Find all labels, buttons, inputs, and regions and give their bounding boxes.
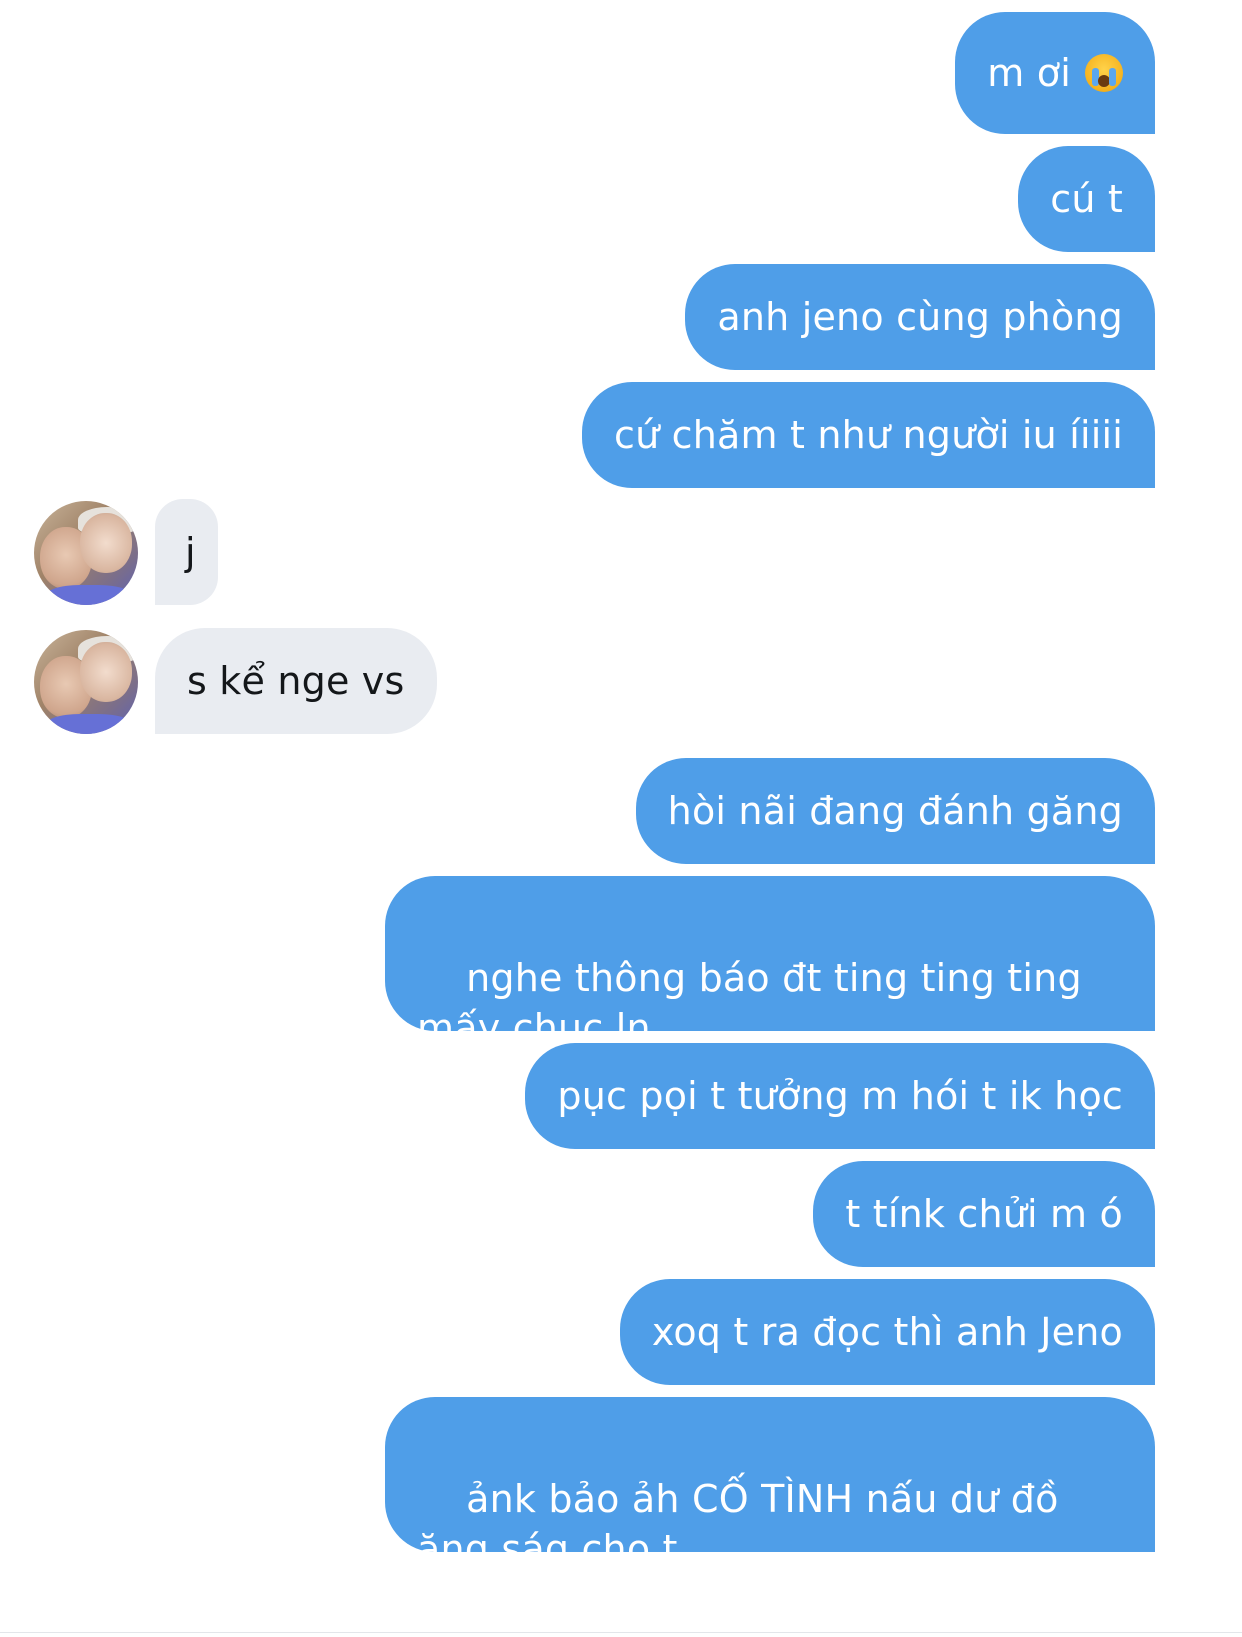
- message-text: xoq t ra đọc thì anh Jeno: [651, 1310, 1123, 1354]
- message-bubble-sent[interactable]: cứ chăm t như người iu íiiii: [581, 382, 1155, 488]
- message-bubble-sent[interactable]: t tínk chửi m ó: [813, 1161, 1155, 1267]
- message-bubble-sent[interactable]: m ơi: [955, 12, 1155, 134]
- message-text: t tínk chửi m ó: [845, 1192, 1123, 1236]
- message-bubble-received[interactable]: s kể nge vs: [155, 628, 437, 734]
- message-text: pục pọi t tưởng m hói t ik học: [557, 1074, 1123, 1118]
- contact-avatar[interactable]: [34, 501, 138, 605]
- message-text: m ơi: [987, 51, 1071, 95]
- message-text: anh jeno cùng phòng: [717, 295, 1123, 339]
- message-bubble-sent[interactable]: hòi nãi đang đánh găng: [635, 758, 1155, 864]
- message-bubble-sent[interactable]: xoq t ra đọc thì anh Jeno: [619, 1279, 1155, 1385]
- message-thread: m ơi cú t anh jeno cùng phòng cứ chăm t …: [0, 0, 1242, 1637]
- message-text: cứ chăm t như người iu íiiii: [613, 413, 1123, 457]
- message-text: ảnk bảo ảh CỐ TÌNH nấu dư đồ ăng ság cho…: [417, 1477, 1071, 1571]
- contact-avatar[interactable]: [34, 630, 138, 734]
- message-bubble-sent[interactable]: ảnk bảo ảh CỐ TÌNH nấu dư đồ ăng ság cho…: [385, 1397, 1155, 1571]
- message-bubble-received[interactable]: j: [155, 499, 218, 605]
- message-bubble-sent[interactable]: nghe thông báo đt ting ting ting mấy chụ…: [385, 876, 1155, 1050]
- message-text: s kể nge vs: [187, 659, 405, 703]
- loudly-crying-face-icon: [1085, 54, 1123, 92]
- message-bubble-sent[interactable]: anh jeno cùng phòng: [685, 264, 1155, 370]
- message-text: cú t: [1050, 177, 1123, 221]
- message-text: nghe thông báo đt ting ting ting mấy chụ…: [417, 956, 1095, 1050]
- message-bubble-sent[interactable]: pục pọi t tưởng m hói t ik học: [525, 1043, 1155, 1149]
- message-text: hòi nãi đang đánh găng: [667, 789, 1123, 833]
- message-bubble-sent[interactable]: cú t: [1018, 146, 1155, 252]
- message-text: j: [185, 530, 196, 574]
- divider: [0, 1632, 1242, 1633]
